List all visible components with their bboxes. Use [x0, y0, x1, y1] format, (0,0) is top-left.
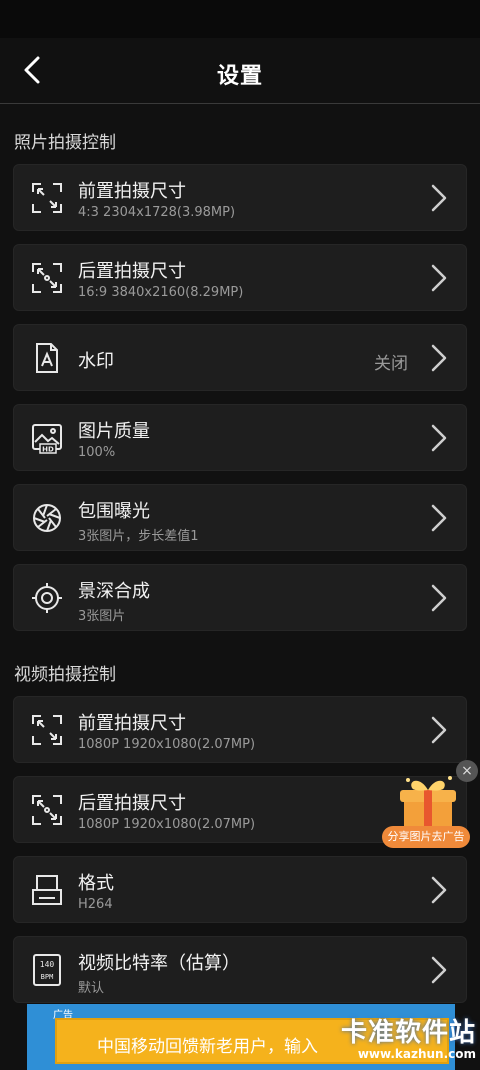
- item-sub: 1080P 1920x1080(2.07MP): [78, 817, 256, 832]
- settings-item-image-quality[interactable]: HD 图片质量 100%: [13, 404, 467, 471]
- watermark-title: 卡准软件站: [340, 1018, 476, 1048]
- settings-item-focus-stacking[interactable]: 景深合成 3张图片: [13, 564, 467, 631]
- settings-item-photo-front-size[interactable]: 前置拍摄尺寸 4:3 2304x1728(3.98MP): [13, 164, 467, 231]
- item-label: 前置拍摄尺寸: [78, 181, 186, 202]
- chevron-right-icon: [431, 424, 447, 452]
- item-sub: 3张图片，步长差值1: [78, 529, 199, 544]
- chevron-right-icon: [431, 504, 447, 532]
- settings-item-bracketing[interactable]: 包围曝光 3张图片，步长差值1: [13, 484, 467, 551]
- item-sub: 3张图片: [78, 609, 126, 624]
- item-label: 格式: [78, 873, 114, 894]
- item-sub: 4:3 2304x1728(3.98MP): [78, 205, 236, 220]
- site-watermark: 卡准软件站 www.kazhun.com: [341, 1012, 476, 1061]
- section-title-photo: 照片拍摄控制: [14, 133, 116, 153]
- settings-item-watermark[interactable]: 水印 关闭: [13, 324, 467, 391]
- focus-target-icon: [32, 583, 62, 613]
- chevron-right-icon: [431, 344, 447, 372]
- chevron-right-icon: [431, 716, 447, 744]
- svg-text:140: 140: [40, 960, 55, 969]
- settings-item-photo-rear-size[interactable]: 后置拍摄尺寸 16:9 3840x2160(8.29MP): [13, 244, 467, 311]
- chevron-right-icon: [431, 876, 447, 904]
- page-title: 设置: [216, 64, 263, 89]
- rear-resize-icon: [32, 795, 62, 825]
- item-label: 水印: [78, 351, 114, 372]
- share-to-remove-ads-button[interactable]: 分享图片去广告: [382, 826, 470, 848]
- settings-item-bitrate[interactable]: 140 BPM 视频比特率（估算） 默认: [13, 936, 467, 1003]
- watermark-icon: [36, 343, 58, 373]
- item-sub: H264: [78, 897, 113, 912]
- front-resize-icon: [32, 715, 62, 745]
- gift-icon: [400, 776, 456, 832]
- bpm-icon: 140 BPM: [33, 954, 61, 986]
- floating-ad[interactable]: × 分享图片去广告: [378, 760, 480, 850]
- item-label: 包围曝光: [78, 501, 150, 522]
- rear-resize-icon: [32, 263, 62, 293]
- item-label: 后置拍摄尺寸: [78, 793, 186, 814]
- chevron-right-icon: [431, 584, 447, 612]
- format-icon: [32, 875, 62, 905]
- item-sub: 100%: [78, 445, 116, 460]
- banner-ad-text: 中国移动回馈新老用户，输入: [97, 1037, 318, 1057]
- hd-image-icon: HD: [32, 424, 62, 454]
- aperture-icon: [33, 504, 61, 532]
- item-label: 图片质量: [78, 421, 150, 442]
- settings-item-video-front-size[interactable]: 前置拍摄尺寸 1080P 1920x1080(2.07MP): [13, 696, 467, 763]
- chevron-right-icon: [431, 184, 447, 212]
- svg-text:HD: HD: [42, 446, 54, 454]
- item-value: 关闭: [374, 354, 408, 374]
- front-resize-icon: [32, 183, 62, 213]
- item-label: 前置拍摄尺寸: [78, 713, 186, 734]
- item-sub: 默认: [78, 981, 105, 996]
- status-bar: [0, 0, 480, 38]
- item-label: 后置拍摄尺寸: [78, 261, 186, 282]
- section-title-video: 视频拍摄控制: [14, 665, 116, 685]
- chevron-right-icon: [431, 264, 447, 292]
- item-sub: 1080P 1920x1080(2.07MP): [78, 737, 256, 752]
- settings-item-format[interactable]: 格式 H264: [13, 856, 467, 923]
- chevron-right-icon: [431, 956, 447, 984]
- item-label: 景深合成: [78, 581, 150, 602]
- watermark-url: www.kazhun.com: [357, 1047, 476, 1061]
- svg-text:BPM: BPM: [41, 973, 54, 981]
- item-label: 视频比特率（估算）: [78, 953, 240, 974]
- header: 设置: [0, 38, 480, 104]
- item-sub: 16:9 3840x2160(8.29MP): [78, 285, 244, 300]
